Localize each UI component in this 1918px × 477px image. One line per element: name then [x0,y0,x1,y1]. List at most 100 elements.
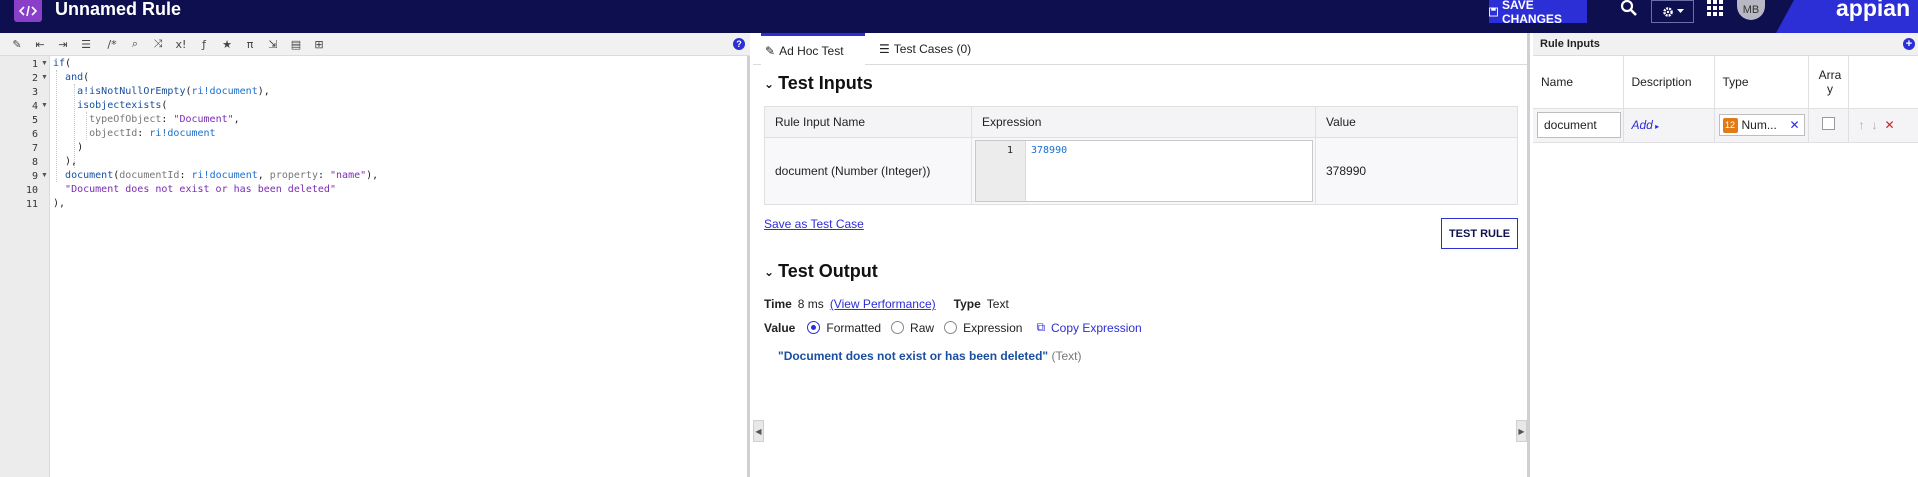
time-value: 8 ms [797,297,824,311]
line-number: 1 [31,59,38,70]
code-line: objectId: ri!document [89,128,216,139]
code-line: ) [53,142,84,153]
export-icon[interactable]: ⇲ [266,37,280,51]
input-value: 378990 [1315,137,1518,205]
code-line: typeOfObject: "Document", [89,114,240,125]
outdent-icon[interactable]: ⇤ [33,37,47,51]
tab-test-cases[interactable]: ☰ Test Cases (0) [875,33,985,65]
code-line: ), [53,198,66,209]
tab-bar: ✎ Ad Hoc Test ☰ Test Cases (0) [753,33,1527,65]
line-number: 11 [25,199,38,210]
fold-arrow-icon[interactable]: ▼ [41,102,48,109]
line-number-gutter: 1 ▼ 2 ▼ 3 4 ▼ 5 6 7 8 9 ▼ 10 11 [0,56,50,477]
pi-icon[interactable]: π [243,37,257,51]
type-selector[interactable]: 12 Num... ✕ [1718,114,1805,136]
comment-icon[interactable]: /* [105,37,119,51]
output-result: "Document does not exist or has been del… [778,349,1081,363]
search-icon[interactable]: ⌕ [128,37,142,51]
code-line: a!isNotNullOrEmpty(ri!document), [77,86,270,97]
caret-right-icon: ▸ [1652,122,1660,131]
top-bar: Unnamed Rule SAVE CHANGES MB appian [0,0,1918,33]
close-icon[interactable]: ✕ [1789,118,1799,132]
tab-ad-hoc-test[interactable]: ✎ Ad Hoc Test [761,33,865,65]
radio-raw[interactable] [891,321,905,334]
delete-icon[interactable]: ✕ [1885,118,1895,132]
template-icon[interactable]: ▤ [289,37,303,51]
view-performance-link[interactable]: (View Performance) [830,297,936,311]
number-type-icon: 12 [1722,117,1738,133]
page-title: Unnamed Rule [55,0,182,19]
test-output-heading[interactable]: ⌄ Test Output [764,261,878,282]
appian-logo: appian [1836,0,1911,21]
save-changes-button[interactable]: SAVE CHANGES [1489,0,1587,26]
test-inputs-heading[interactable]: ⌄ Test Inputs [764,73,873,94]
rule-input-name: document (Number (Integer)) [764,137,972,205]
test-rule-button[interactable]: TEST RULE [1441,218,1518,249]
type-label: Num... [1741,118,1777,132]
collapse-left-icon[interactable]: ◀ [753,420,764,442]
tab-label: Test Cases (0) [893,42,972,56]
indent-icon[interactable]: ⇥ [56,37,70,51]
function-icon[interactable]: ƒ [197,37,211,51]
code-brackets-icon[interactable] [14,0,42,22]
arrow-up-icon[interactable]: ↑ [1859,118,1865,132]
settings-menu-button[interactable] [1651,0,1694,23]
collapse-right-icon[interactable]: ▶ [1516,420,1527,442]
expression-value: 378990 [1031,145,1068,156]
variable-icon[interactable]: x! [174,37,188,51]
line-number: 9 [31,171,38,182]
line-number: 8 [31,157,38,168]
radio-formatted[interactable] [807,321,821,334]
fold-arrow-icon[interactable]: ▼ [41,172,48,179]
list-icon: ☰ [879,42,890,56]
table-row: document Add ▸ 12 Num... ✕ ↑ ↓ ✕ [1533,108,1918,143]
edit-icon: ✎ [765,43,776,58]
list-icon[interactable]: ☰ [79,37,93,51]
help-icon[interactable]: ? [733,38,745,50]
tab-label: Ad Hoc Test [779,43,844,58]
radio-expression[interactable] [944,321,958,334]
value-label: Value [764,320,796,335]
add-description-link[interactable]: Add [1632,118,1653,132]
array-checkbox[interactable] [1821,117,1835,130]
arrow-down-icon[interactable]: ↓ [1872,118,1878,132]
line-number: 2 [31,73,38,84]
expression-editor-field[interactable]: 1 378990 [975,140,1313,202]
section-title: Test Inputs [778,73,873,93]
add-rule-input-icon[interactable]: + [1903,38,1915,50]
code-area[interactable]: if( and( a!isNotNullOrEmpty(ri!document)… [50,56,747,477]
save-as-test-case-link[interactable]: Save as Test Case [764,217,864,231]
code-line: if( [53,58,72,69]
line-number: 3 [31,87,38,98]
copy-icon: ⧉ [1036,320,1046,334]
code-line: isobjectexists( [77,100,168,111]
type-value: Text [986,297,1009,311]
fold-arrow-icon[interactable]: ▼ [41,74,48,81]
copy-expression-link[interactable]: Copy Expression [1051,321,1142,335]
app-grid-icon[interactable] [1706,0,1724,18]
rule-input-name-field[interactable]: document [1537,112,1621,138]
panel-title: Rule Inputs [1540,38,1600,50]
line-number: 10 [25,185,38,196]
column-header: Value [1315,106,1518,138]
shuffle-icon[interactable]: ⤨ [151,37,165,51]
expression-cell: 1 378990 [971,137,1316,205]
expression-editor: ✎ ⇤ ⇥ ☰ /* ⌕ ⤨ x! ƒ ★ π ⇲ ▤ ⊞ ? 1 ▼ 2 ▼ 3 … [0,33,750,477]
avatar[interactable]: MB [1737,0,1765,20]
search-icon[interactable] [1620,0,1638,18]
star-icon[interactable]: ★ [220,37,234,51]
test-inputs-table: Rule Input Name Expression Value documen… [764,106,1518,205]
magic-wand-icon[interactable]: ✎ [10,37,24,51]
code-line: "Document does not exist or has been del… [65,184,336,195]
fold-arrow-icon[interactable]: ▼ [41,60,48,67]
column-header: Description [1623,56,1715,109]
code-line: ), [53,156,78,167]
column-header: Array [1808,56,1849,109]
time-label: Time [764,297,792,311]
sql-icon[interactable]: ⊞ [312,37,326,51]
code-line: and( [65,72,90,83]
save-changes-label: SAVE CHANGES [1501,0,1562,26]
result-value: "Document does not exist or has been del… [778,349,1049,363]
chevron-down-icon: ⌄ [764,76,775,91]
type-label: Type [953,297,981,311]
